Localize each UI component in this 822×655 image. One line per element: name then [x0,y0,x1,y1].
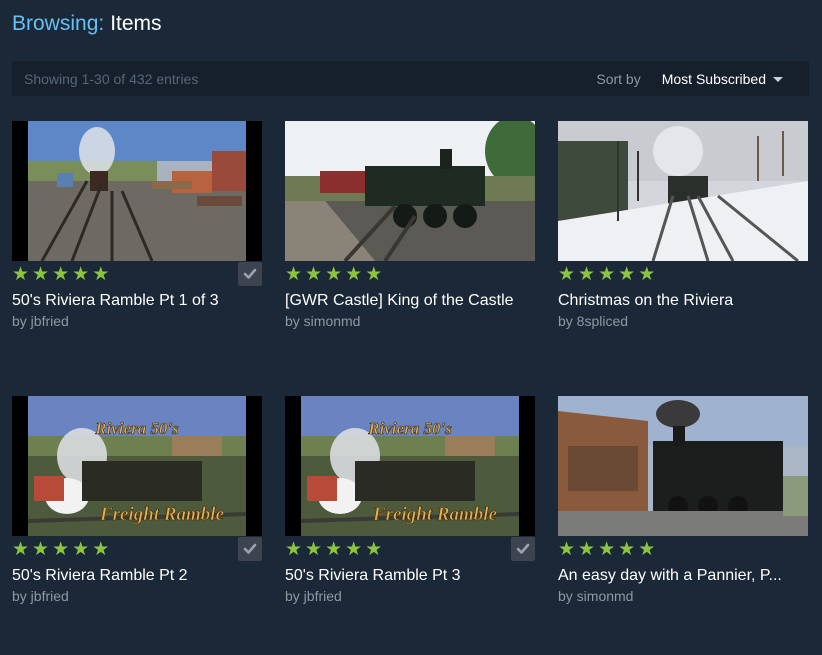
workshop-item-card: Riviera 50's Freight Ramble ★ ★ ★ ★ ★ 50's R… [12,396,262,605]
star-icon: ★ [92,539,110,560]
results-toolbar: Showing 1-30 of 432 entries Sort by Most… [12,61,809,96]
star-icon: ★ [32,264,50,285]
item-meta: ★ ★ ★ ★ ★ [558,261,808,289]
browsing-label: Browsing: [12,12,105,35]
star-icon: ★ [72,264,90,285]
star-icon: ★ [578,264,596,285]
workshop-item-card: ★ ★ ★ ★ ★ 50's Riviera Ramble Pt 1 of 3 by j… [12,121,262,330]
workshop-item-card: ★ ★ ★ ★ ★ An easy day with a Pannier, P... b… [558,396,808,605]
rating-stars: ★ ★ ★ ★ ★ [12,539,110,560]
overlay-top-text: Riviera 50's [94,419,179,438]
star-icon: ★ [305,539,323,560]
sort-label: Sort by [596,70,641,87]
item-thumbnail[interactable] [558,396,808,536]
star-icon: ★ [365,264,383,285]
star-icon: ★ [92,264,110,285]
section-name: Items [110,12,162,35]
overlay-bottom-text: Freight Ramble [372,504,498,525]
star-icon: ★ [618,264,636,285]
item-title[interactable]: Christmas on the Riviera [558,291,808,311]
star-icon: ★ [285,539,303,560]
subscribed-check-icon[interactable] [238,537,262,561]
star-icon: ★ [285,264,303,285]
item-meta: ★ ★ ★ ★ ★ [12,261,262,289]
item-title[interactable]: 50's Riviera Ramble Pt 3 [285,566,535,586]
star-icon: ★ [325,539,343,560]
item-thumbnail[interactable]: Riviera 50's Freight Ramble [285,396,535,536]
star-icon: ★ [598,264,616,285]
star-icon: ★ [618,539,636,560]
rating-stars: ★ ★ ★ ★ ★ [558,539,656,560]
subscribed-check-icon[interactable] [238,262,262,286]
item-author: by jbfried [12,588,69,604]
sort-value: Most Subscribed [661,70,766,87]
star-icon: ★ [305,264,323,285]
subscribed-check-icon[interactable] [511,537,535,561]
item-thumbnail[interactable] [12,121,262,261]
overlay-top-text: Riviera 50's [367,419,452,438]
star-icon: ★ [72,539,90,560]
item-meta: ★ ★ ★ ★ ★ [285,536,535,564]
star-icon: ★ [638,539,656,560]
item-author: by simonmd [285,313,361,329]
rating-stars: ★ ★ ★ ★ ★ [12,264,110,285]
star-icon: ★ [598,539,616,560]
workshop-item-card: ★ ★ ★ ★ ★ Christmas on the Riviera by 8splic… [558,121,808,330]
item-meta: ★ ★ ★ ★ ★ [558,536,808,564]
sort-dropdown[interactable]: Most Subscribed [662,71,783,87]
star-icon: ★ [345,539,363,560]
item-title[interactable]: [GWR Castle] King of the Castle [285,291,535,311]
star-icon: ★ [52,264,70,285]
star-icon: ★ [558,264,576,285]
star-icon: ★ [325,264,343,285]
item-author: by jbfried [12,313,69,329]
item-title[interactable]: 50's Riviera Ramble Pt 1 of 3 [12,291,262,311]
rating-stars: ★ ★ ★ ★ ★ [285,264,383,285]
item-meta: ★ ★ ★ ★ ★ [285,261,535,289]
page-title: Browsing: Items [12,11,162,37]
star-icon: ★ [12,264,30,285]
rating-stars: ★ ★ ★ ★ ★ [285,539,383,560]
chevron-down-icon [773,76,783,82]
workshop-item-card: Riviera 50's Freight Ramble ★ ★ ★ ★ ★ 50's R… [285,396,535,605]
star-icon: ★ [558,539,576,560]
workshop-browse-page: Browsing: Items Showing 1-30 of 432 entri… [0,0,822,655]
star-icon: ★ [32,539,50,560]
star-icon: ★ [12,539,30,560]
item-meta: ★ ★ ★ ★ ★ [12,536,262,564]
star-icon: ★ [52,539,70,560]
item-thumbnail[interactable]: Riviera 50's Freight Ramble [12,396,262,536]
workshop-item-card: ★ ★ ★ ★ ★ [GWR Castle] King of the Castle by… [285,121,535,330]
star-icon: ★ [578,539,596,560]
item-author: by simonmd [558,588,634,604]
item-title[interactable]: 50's Riviera Ramble Pt 2 [12,566,262,586]
item-thumbnail[interactable] [558,121,808,261]
overlay-bottom-text: Freight Ramble [99,504,225,525]
star-icon: ★ [638,264,656,285]
item-author: by jbfried [285,588,342,604]
entries-count: Showing 1-30 of 432 entries [24,70,199,87]
star-icon: ★ [345,264,363,285]
item-thumbnail[interactable] [285,121,535,261]
item-title[interactable]: An easy day with a Pannier, P... [558,566,808,586]
star-icon: ★ [365,539,383,560]
item-author: by 8spliced [558,313,629,329]
rating-stars: ★ ★ ★ ★ ★ [558,264,656,285]
